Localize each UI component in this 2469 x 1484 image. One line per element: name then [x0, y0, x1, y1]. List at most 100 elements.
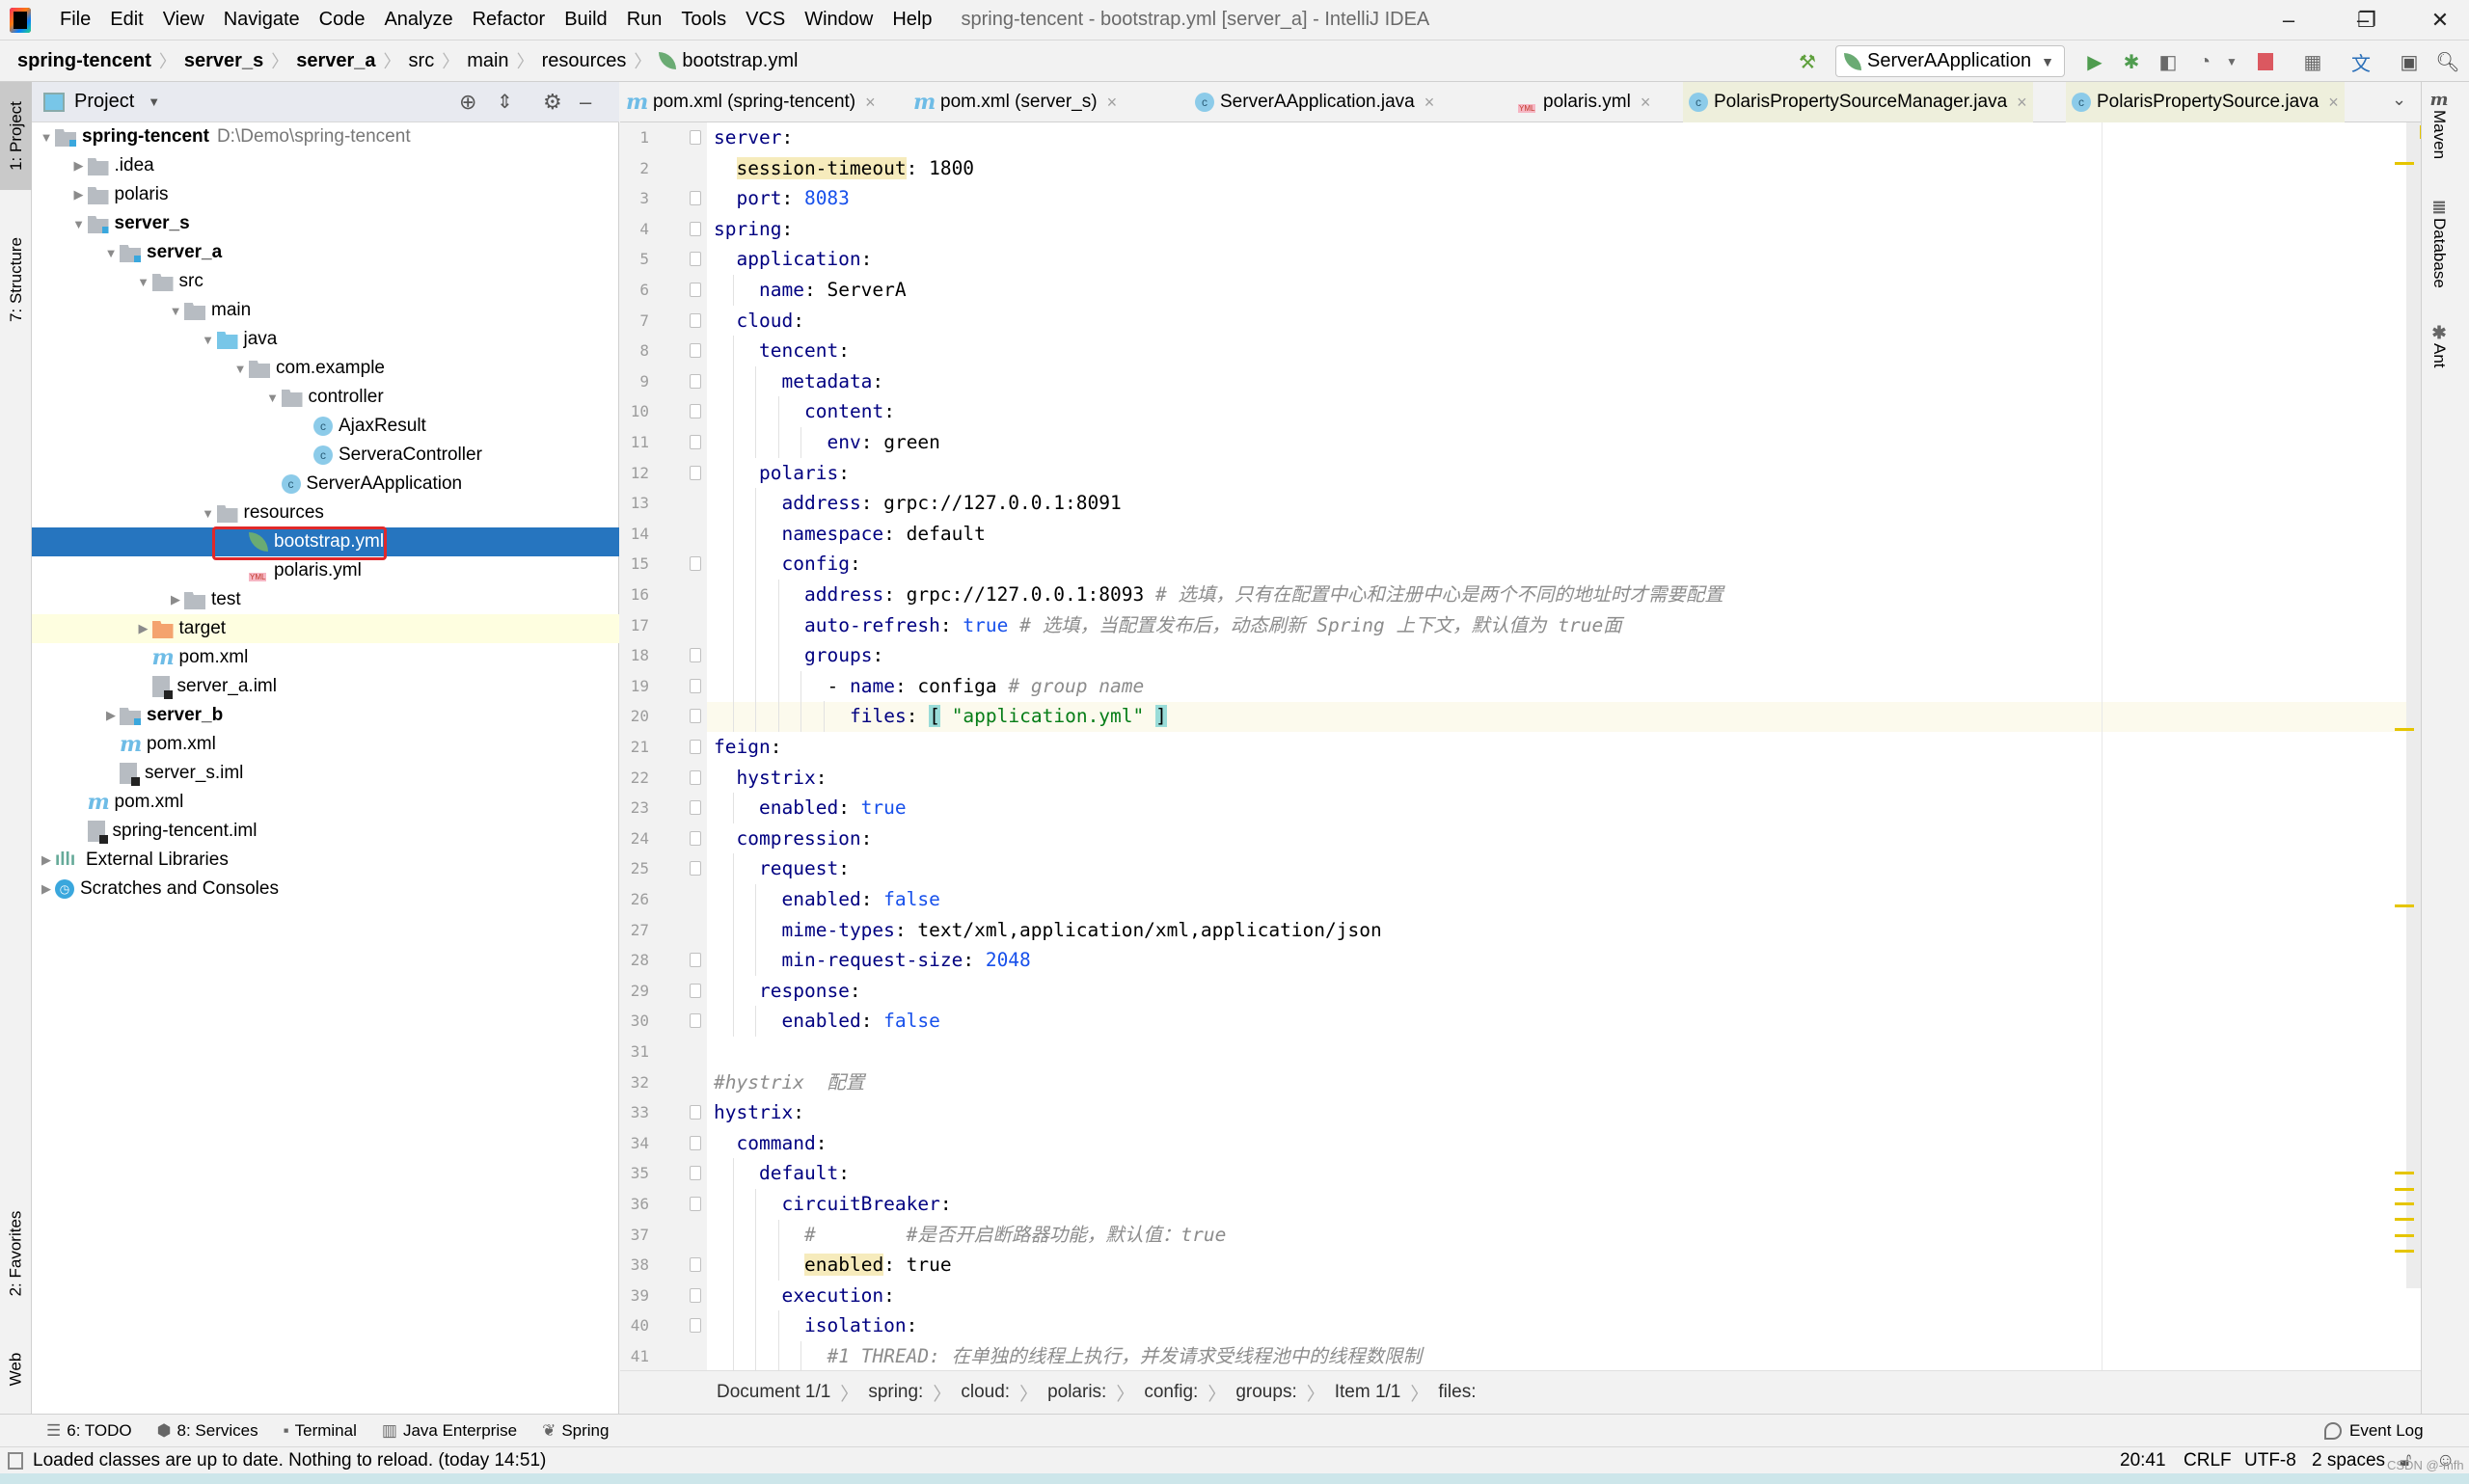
menu-analyze[interactable]: Analyze: [374, 9, 462, 31]
tree-item[interactable]: ▶ test: [32, 585, 619, 614]
gear-icon[interactable]: ⚙: [543, 90, 562, 115]
expanded-arrow-icon[interactable]: ▼: [231, 362, 249, 376]
tab-structure[interactable]: 7: Structure: [0, 217, 32, 342]
collapse-all-icon[interactable]: ⇕: [497, 90, 513, 114]
breadcrumb-item[interactable]: src: [409, 50, 435, 72]
event-log-button[interactable]: Event Log: [2324, 1421, 2424, 1441]
code-area[interactable]: 1 server: 2 session-timeout: 1800 3 port: 808…: [620, 122, 2421, 1370]
expanded-arrow-icon[interactable]: ▼: [200, 333, 217, 347]
tree-item[interactable]: ▼ resources: [32, 499, 619, 527]
tree-item[interactable]: c ServerAApplication: [32, 470, 619, 499]
tree-item[interactable]: ▼ server_s: [32, 209, 619, 238]
menu-tools[interactable]: Tools: [671, 9, 736, 31]
fold-open-icon[interactable]: [690, 983, 701, 998]
collapsed-arrow-icon[interactable]: ▶: [102, 708, 120, 723]
breadcrumb-item[interactable]: server_a: [296, 50, 375, 72]
breadcrumb-item[interactable]: resources: [542, 50, 627, 72]
tab-favorites[interactable]: 2: Favorites: [0, 1191, 32, 1316]
menu-file[interactable]: File: [50, 9, 100, 31]
fold-open-icon[interactable]: [690, 312, 701, 328]
tree-item[interactable]: ▼ java: [32, 325, 619, 354]
collapsed-arrow-icon[interactable]: ▶: [167, 592, 184, 607]
expanded-arrow-icon[interactable]: ▼: [167, 304, 184, 318]
fold-open-icon[interactable]: [690, 1166, 701, 1181]
caret-position[interactable]: 20:41: [2120, 1450, 2166, 1471]
editor-breadcrumb-item[interactable]: config:: [1144, 1382, 1198, 1403]
tab-polaris-yml[interactable]: polaris.yml ×: [1512, 82, 1656, 122]
collapsed-arrow-icon[interactable]: ▶: [38, 881, 55, 897]
breadcrumb-item[interactable]: server_s: [184, 50, 263, 72]
collapsed-arrow-icon[interactable]: ▶: [135, 621, 152, 636]
warning-stripe[interactable]: [2395, 162, 2414, 165]
editor-breadcrumb-item[interactable]: Document 1/1: [717, 1382, 830, 1403]
fold-open-icon[interactable]: [690, 648, 701, 663]
tree-item[interactable]: server_a.iml: [32, 672, 619, 701]
terminal-window-icon[interactable]: ▣: [2396, 48, 2423, 75]
fold-close-icon[interactable]: [690, 191, 701, 206]
tree-item[interactable]: ▼ com.example: [32, 354, 619, 383]
fold-open-icon[interactable]: [690, 830, 701, 846]
coverage-icon[interactable]: ◧: [2155, 48, 2182, 75]
expanded-arrow-icon[interactable]: ▼: [264, 391, 282, 405]
indent-setting[interactable]: 2 spaces: [2312, 1450, 2385, 1471]
tree-item[interactable]: ▶ polaris: [32, 180, 619, 209]
tab-database[interactable]: ≣ Database: [2429, 198, 2449, 288]
tab-pom-xml-server-s-[interactable]: m pom.xml (server_s) ×: [908, 82, 1123, 122]
fold-open-icon[interactable]: [690, 678, 701, 693]
hide-panel-icon[interactable]: –: [580, 90, 591, 115]
fold-open-icon[interactable]: [690, 556, 701, 572]
menu-build[interactable]: Build: [555, 9, 616, 31]
fold-open-icon[interactable]: [690, 373, 701, 389]
locate-file-icon[interactable]: ⊕: [459, 90, 476, 115]
fold-close-icon[interactable]: [690, 1257, 701, 1273]
editor-breadcrumb-item[interactable]: cloud:: [961, 1382, 1010, 1403]
tab-polarispropertysourcemanager-java[interactable]: c PolarisPropertySourceManager.java ×: [1683, 82, 2033, 122]
tab-ant[interactable]: ✱ Ant: [2429, 323, 2449, 368]
collapsed-arrow-icon[interactable]: ▶: [38, 852, 55, 868]
restore-button[interactable]: ❐: [2338, 0, 2396, 40]
tool-window-terminal[interactable]: ▪ Terminal: [284, 1421, 357, 1441]
menu-refactor[interactable]: Refactor: [463, 9, 556, 31]
menu-help[interactable]: Help: [882, 9, 941, 31]
fold-open-icon[interactable]: [690, 404, 701, 419]
warning-stripe[interactable]: [2395, 1234, 2414, 1237]
warning-stripe[interactable]: [2395, 1172, 2414, 1174]
project-structure-icon[interactable]: ▦: [2299, 48, 2326, 75]
close-icon[interactable]: ×: [1424, 93, 1435, 113]
warning-stripe[interactable]: [2395, 1202, 2414, 1205]
tree-item[interactable]: ▼ controller: [32, 383, 619, 412]
stop-icon[interactable]: [2252, 48, 2279, 75]
menu-vcs[interactable]: VCS: [736, 9, 795, 31]
close-icon[interactable]: ×: [1641, 93, 1651, 113]
expanded-arrow-icon[interactable]: ▼: [70, 217, 88, 231]
tab-list-chevron-icon[interactable]: ⌄: [2392, 90, 2406, 110]
fold-open-icon[interactable]: [690, 1197, 701, 1211]
status-toggle-icon[interactable]: [8, 1451, 23, 1470]
debug-icon[interactable]: ✱: [2118, 48, 2145, 75]
tree-item[interactable]: m pom.xml: [32, 788, 619, 817]
fold-close-icon[interactable]: [690, 953, 701, 968]
tree-item[interactable]: ▶ target: [32, 614, 619, 643]
build-hammer-icon[interactable]: ⚒: [1794, 48, 1821, 75]
minimize-button[interactable]: –: [2260, 0, 2318, 40]
search-icon[interactable]: 🔍︎: [2434, 48, 2461, 75]
chevron-down-icon[interactable]: ▼: [148, 94, 160, 109]
close-icon[interactable]: ×: [1107, 93, 1118, 113]
menu-view[interactable]: View: [153, 9, 214, 31]
fold-close-icon[interactable]: [690, 1013, 701, 1029]
menu-window[interactable]: Window: [795, 9, 882, 31]
tree-item[interactable]: ▼ main: [32, 296, 619, 325]
tree-item[interactable]: ▼ src: [32, 267, 619, 296]
fold-open-icon[interactable]: [690, 1105, 701, 1120]
editor-breadcrumb-item[interactable]: Item 1/1: [1335, 1382, 1401, 1403]
tree-item[interactable]: m pom.xml: [32, 730, 619, 759]
warning-stripe[interactable]: [2395, 1218, 2414, 1221]
tree-item[interactable]: ▼ spring-tencent D:\Demo\spring-tencent: [32, 122, 619, 151]
close-button[interactable]: ✕: [2411, 0, 2469, 40]
fold-open-icon[interactable]: [690, 769, 701, 785]
fold-open-icon[interactable]: [690, 861, 701, 877]
warning-stripe[interactable]: [2395, 1250, 2414, 1253]
project-view-selector[interactable]: Project: [74, 91, 134, 113]
menu-code[interactable]: Code: [310, 9, 375, 31]
tree-item[interactable]: spring-tencent.iml: [32, 817, 619, 846]
